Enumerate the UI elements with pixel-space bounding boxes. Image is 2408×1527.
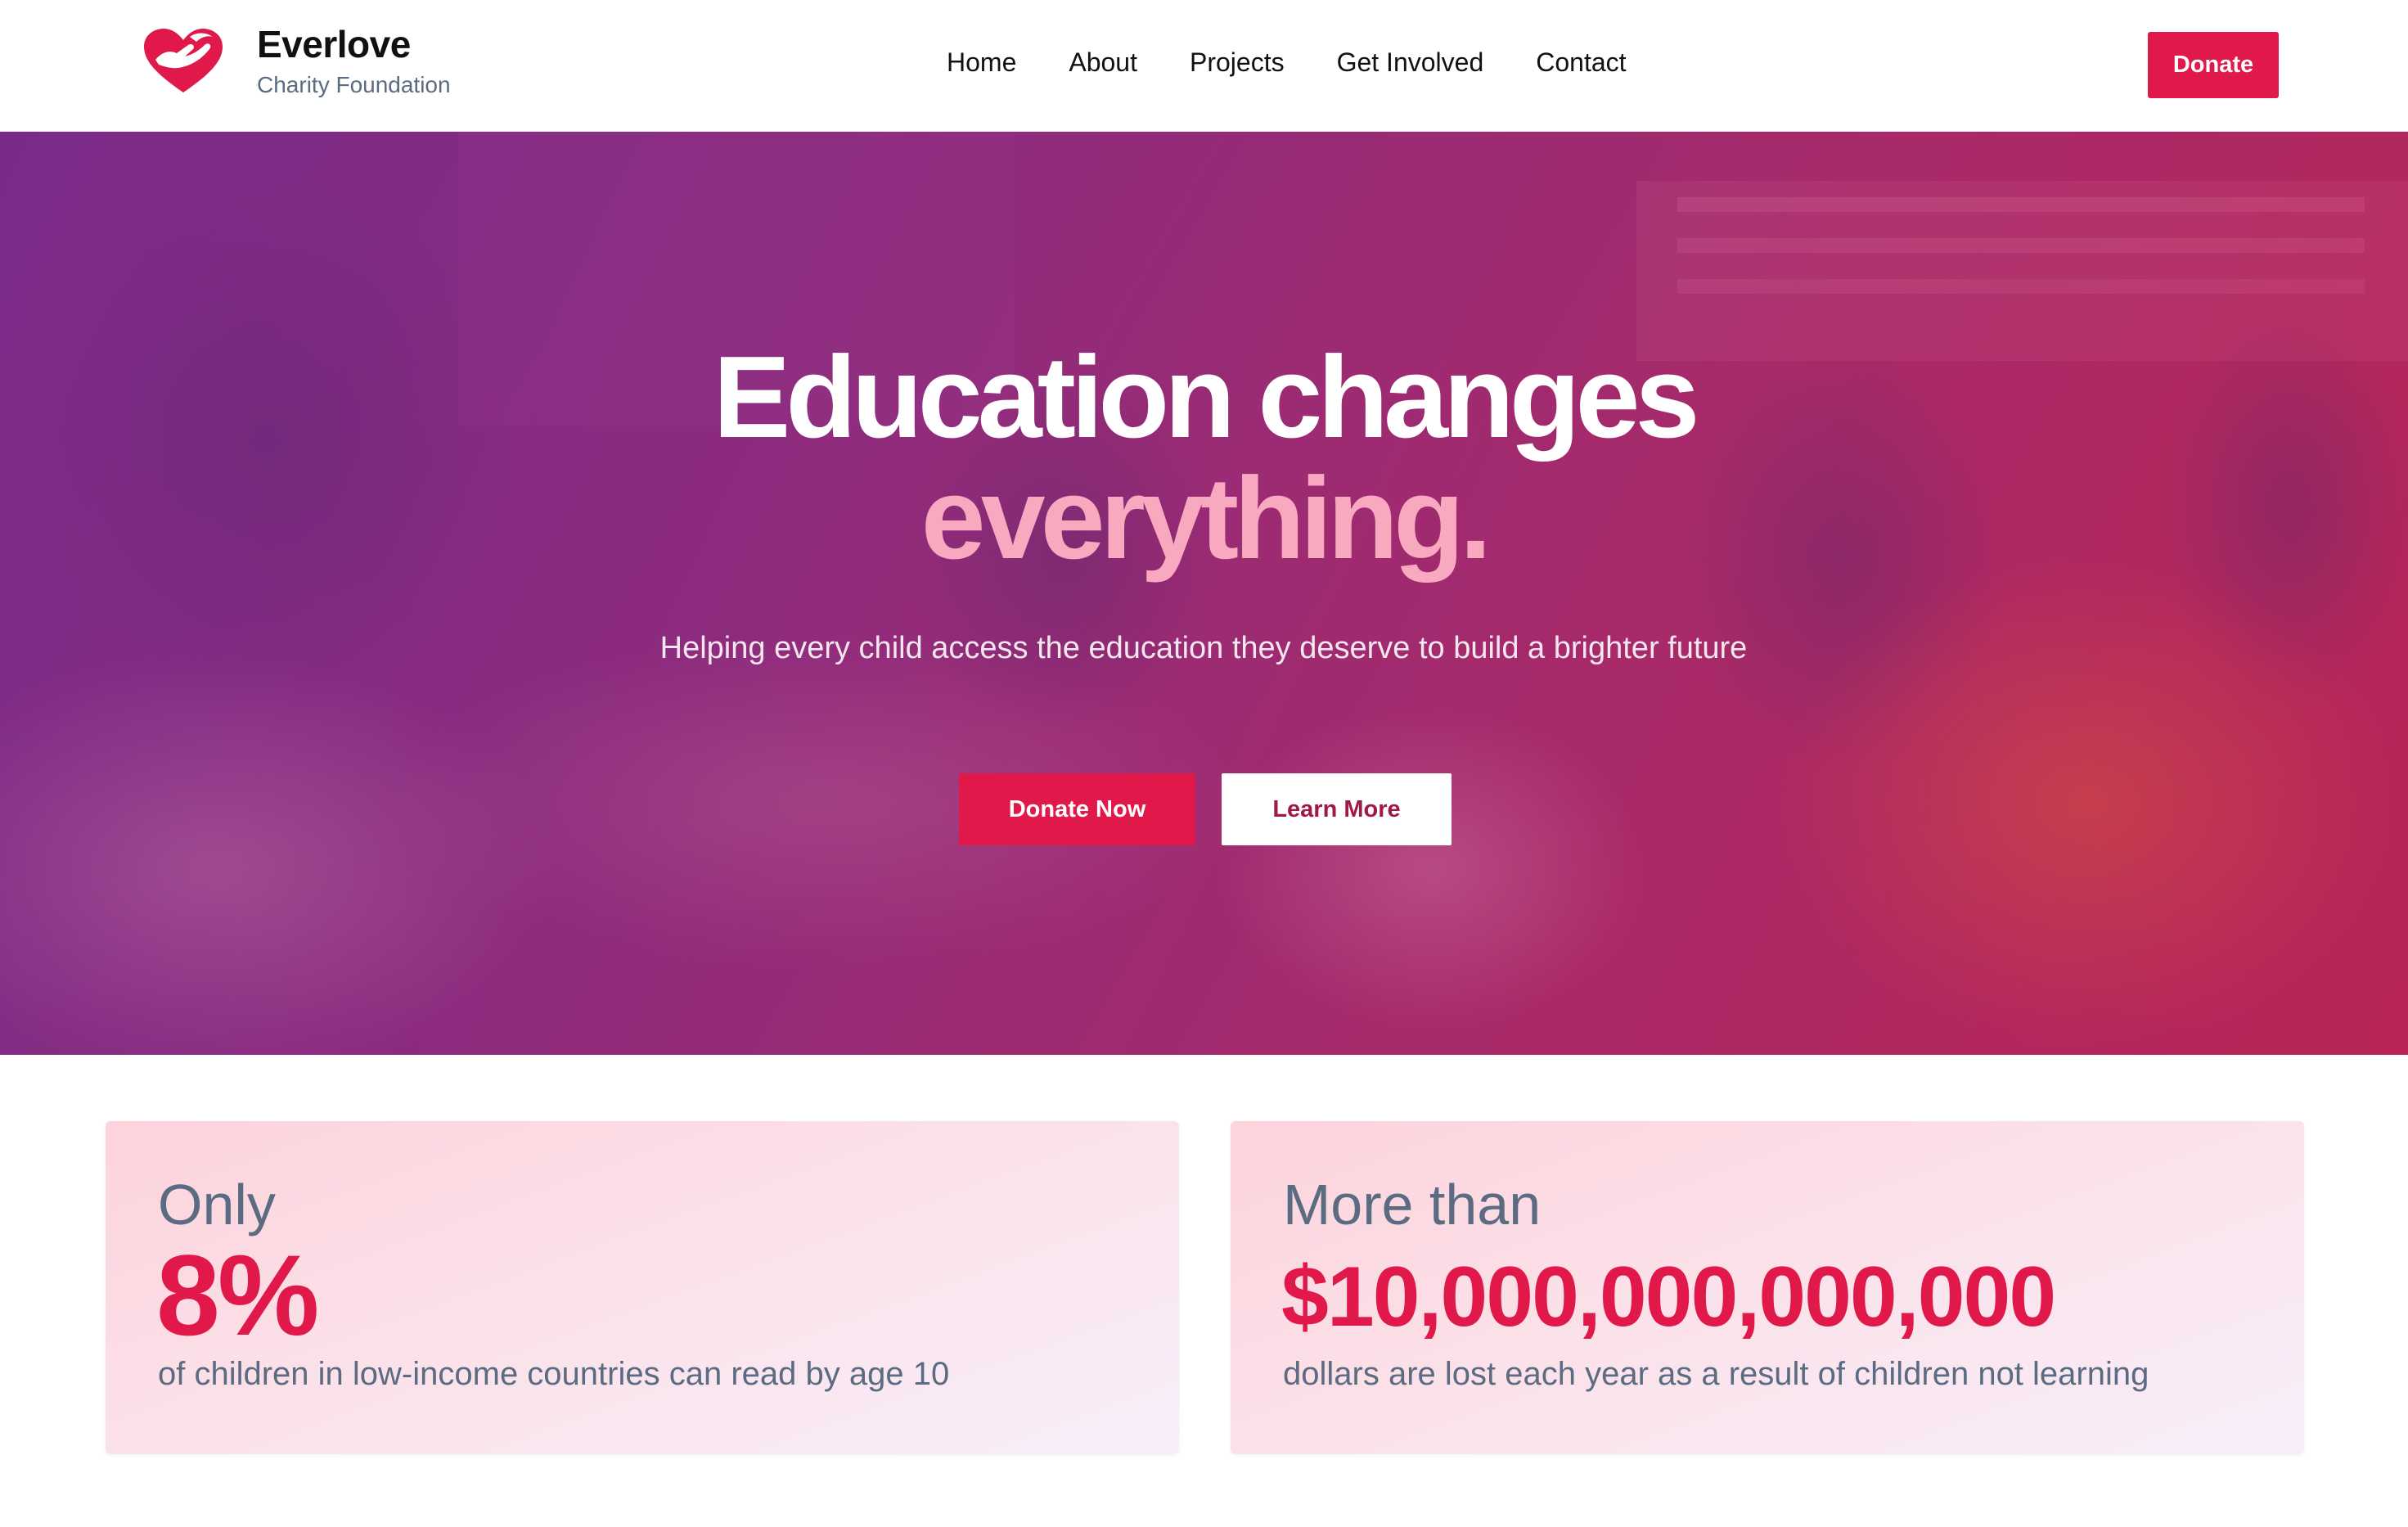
brand[interactable]: Everlove Charity Foundation <box>141 23 451 100</box>
heart-hands-icon <box>144 29 223 92</box>
main-nav: Home About Projects Get Involved Contact <box>947 44 1627 80</box>
site-header: Everlove Charity Foundation Home About P… <box>0 0 2408 132</box>
brand-tagline: Charity Foundation <box>257 72 451 97</box>
nav-link-about[interactable]: About <box>1069 44 1137 80</box>
hero-section: Education changes everything. Helping ev… <box>0 132 2408 1055</box>
stat-value: 8% <box>156 1231 319 1359</box>
donate-now-button[interactable]: Donate Now <box>959 773 1195 845</box>
brand-text: Everlove Charity Foundation <box>257 23 451 100</box>
hero-subtitle: Helping every child access the education… <box>659 631 1748 665</box>
nav-link-projects[interactable]: Projects <box>1190 44 1285 80</box>
stat-value: $10,000,000,000,000 <box>1281 1250 2056 1345</box>
stat-card-reading: Only 8% of children in low-income countr… <box>106 1121 1179 1454</box>
stat-lead: More than <box>1283 1173 1542 1236</box>
hero-buttons: Donate Now Learn More <box>959 773 1452 845</box>
header-donate-button[interactable]: Donate <box>2148 32 2279 98</box>
hero-overlay <box>0 132 2408 1055</box>
stat-card-losses: More than $10,000,000,000,000 dollars ar… <box>1231 1121 2304 1454</box>
stat-description: of children in low-income countries can … <box>158 1356 950 1392</box>
nav-link-contact[interactable]: Contact <box>1536 44 1626 80</box>
hero-title-accent: everything. <box>920 453 1492 583</box>
brand-name: Everlove <box>257 23 411 65</box>
nav-link-home[interactable]: Home <box>947 44 1016 80</box>
nav-link-get-involved[interactable]: Get Involved <box>1337 44 1484 80</box>
stat-description: dollars are lost each year as a result o… <box>1283 1356 2149 1392</box>
hero-title: Education changes <box>713 332 1700 462</box>
learn-more-button[interactable]: Learn More <box>1222 773 1452 845</box>
stat-lead: Only <box>158 1173 276 1236</box>
